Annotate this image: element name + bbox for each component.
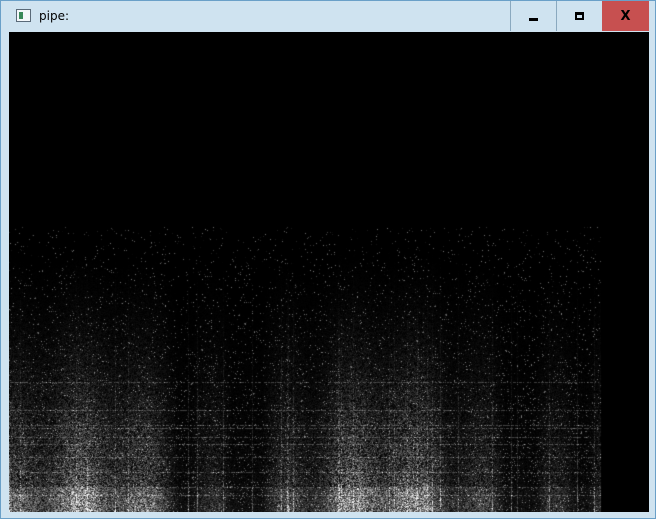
video-output-area [9,32,649,512]
spectrogram-canvas [9,32,649,512]
app-window: pipe: X [0,0,656,519]
close-button[interactable]: X [602,1,649,31]
maximize-icon [575,12,584,20]
maximize-button[interactable] [556,1,602,31]
close-icon: X [620,8,631,24]
app-window-icon[interactable] [16,9,31,22]
window-title: pipe: [39,9,69,23]
minimize-button[interactable] [510,1,556,31]
minimize-icon [529,17,538,21]
title-bar[interactable]: pipe: X [1,1,655,31]
